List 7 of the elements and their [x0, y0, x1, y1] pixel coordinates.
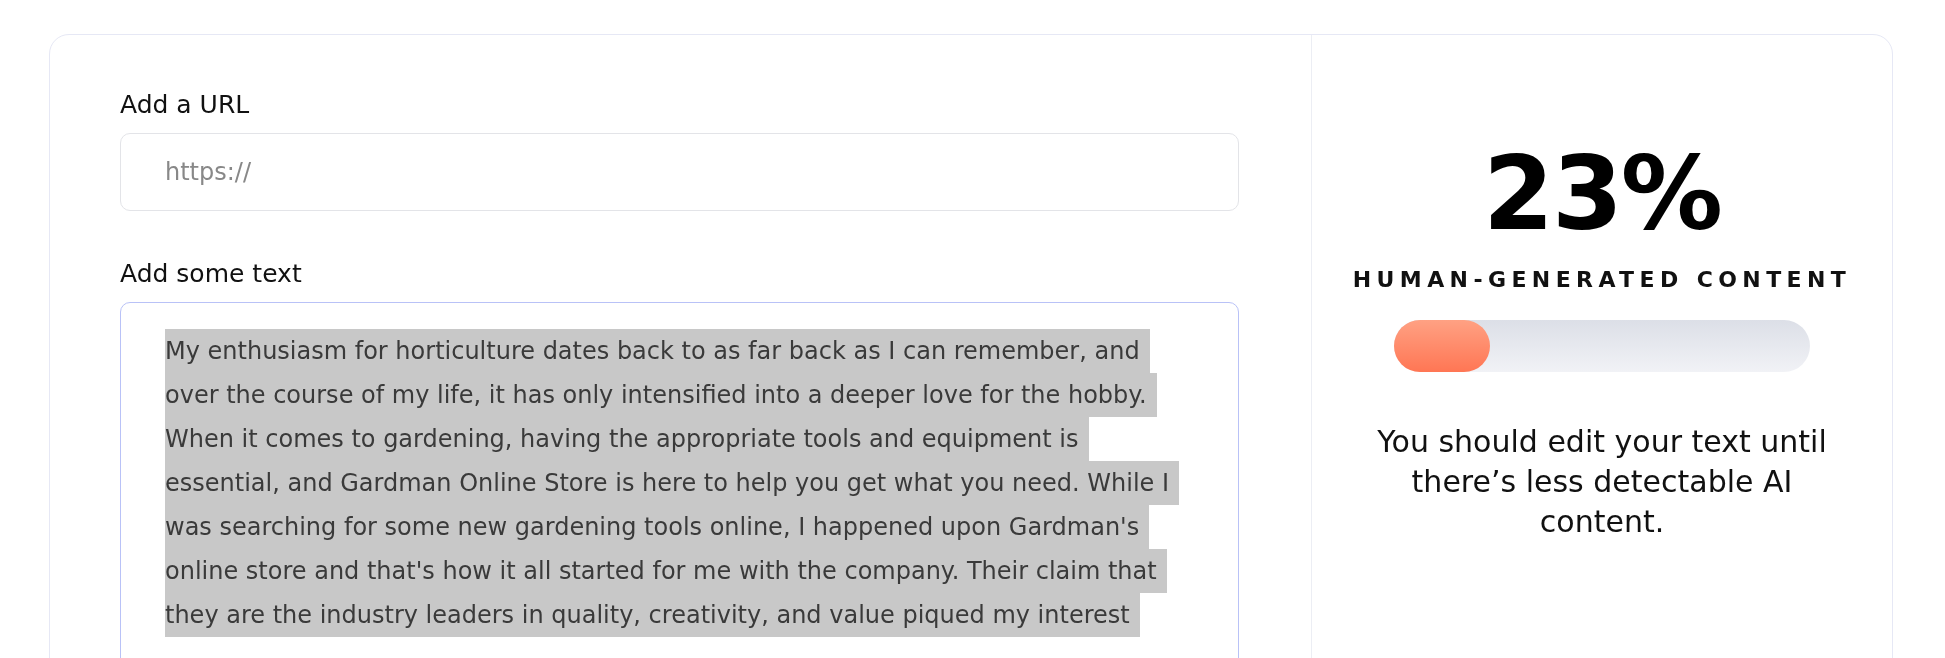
- score-percentage: 23%: [1482, 143, 1722, 245]
- url-input-field[interactable]: https://: [120, 133, 1239, 211]
- text-label: Add some text: [120, 259, 302, 288]
- advice-message: You should edit your text until there’s less detectable AI content.: [1376, 423, 1828, 541]
- url-label: Add a URL: [120, 90, 250, 119]
- score-caption: HUMAN-GENERATED CONTENT: [1352, 267, 1852, 292]
- text-input-field[interactable]: My enthusiasm for horticulture dates back to as far back as I can remember, and over the course of my life, it has only intensified into a deeper love for the hobby. When it comes to gardening, having the appropriate tools and equipment is essential, and Gardman Online Store is here to help you get what you need. While I was searching for some new gardening tools online, I happened upon Gardman's online store and that's how it all started for me with the company. Their claim that they are the industry leaders in quality, creativity, and value piqued my interest: [120, 302, 1239, 658]
